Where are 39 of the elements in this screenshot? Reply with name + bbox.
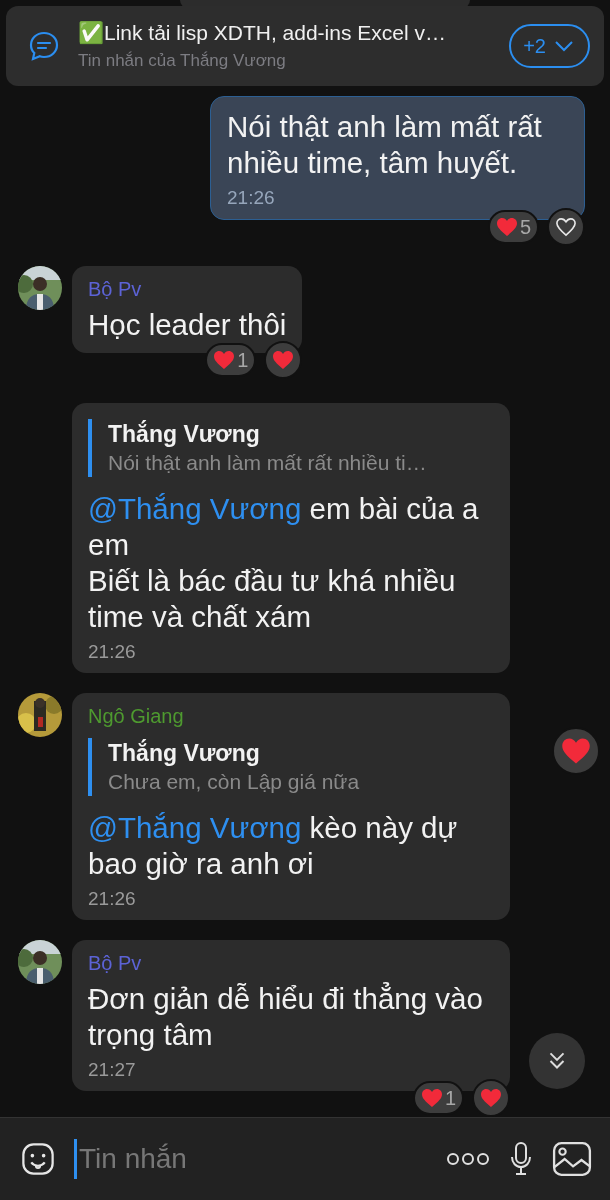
quote-author: Thắng Vương (108, 738, 261, 768)
reaction-count[interactable]: 1 (412, 1081, 464, 1115)
image-icon[interactable] (552, 1141, 592, 1177)
scroll-down-button[interactable] (529, 1033, 585, 1089)
message-time: 21:26 (88, 888, 137, 910)
quote-text: Chưa em, còn Lập giá nữa (108, 769, 361, 795)
mention-link[interactable]: @Thắng Vương (88, 492, 302, 525)
message-time: 21:26 (227, 187, 276, 209)
quoted-message[interactable]: Thắng Vương Nói thật anh làm mất rất nhiều ti… (88, 419, 494, 477)
message-text: @Thắng Vương kèo này dự bao giờ ra anh ơi (88, 810, 459, 882)
sticker-icon[interactable] (20, 1141, 56, 1177)
pinned-message-title: ✅Link tải lisp XDTH, add-ins Excel v… (78, 21, 447, 45)
message-text: Nói thật anh làm mất rất nhiều time, tâm huyết. (227, 109, 543, 181)
heart-icon (495, 217, 518, 237)
message-composer-bar[interactable]: Tin nhắn (0, 1117, 610, 1200)
message-time: 21:27 (88, 1059, 137, 1081)
message-text: Học leader thôi (88, 307, 287, 343)
message-bubble-icon (28, 30, 60, 62)
heart-icon (420, 1088, 443, 1108)
reaction-count[interactable]: 5 (487, 210, 539, 244)
message-text: Đơn giản dễ hiểu đi thẳng vào trọng tâm (88, 981, 484, 1053)
message-input[interactable]: Tin nhắn (74, 1139, 428, 1179)
quote-text: Nói thật anh làm mất rất nhiều ti… (108, 450, 428, 476)
sender-name: Bộ Pv (88, 952, 143, 975)
mention-link[interactable]: @Thắng Vương (88, 811, 302, 844)
more-icon[interactable] (446, 1151, 490, 1167)
heart-icon (213, 350, 236, 370)
sender-name: Bộ Pv (88, 278, 143, 301)
message-text: @Thắng Vương em bài của a em Biết là bác đầu tư khá nhiều time và chất xám (88, 491, 480, 635)
like-button[interactable] (547, 208, 585, 246)
quoted-message[interactable]: Thắng Vương Chưa em, còn Lập giá nữa (88, 738, 494, 796)
pinned-message-banner[interactable]: ✅Link tải lisp XDTH, add-ins Excel v… Tin nhắn của Thắng Vương +2 (6, 6, 604, 86)
reaction-count[interactable]: 1 (205, 343, 257, 377)
more-pinned-button[interactable]: +2 (509, 24, 590, 68)
quote-author: Thắng Vương (108, 419, 261, 449)
sender-name: Ngô Giang (88, 705, 185, 728)
message-time: 21:26 (88, 641, 137, 663)
pinned-message-sender: Tin nhắn của Thắng Vương (78, 51, 287, 71)
microphone-icon[interactable] (508, 1141, 534, 1177)
